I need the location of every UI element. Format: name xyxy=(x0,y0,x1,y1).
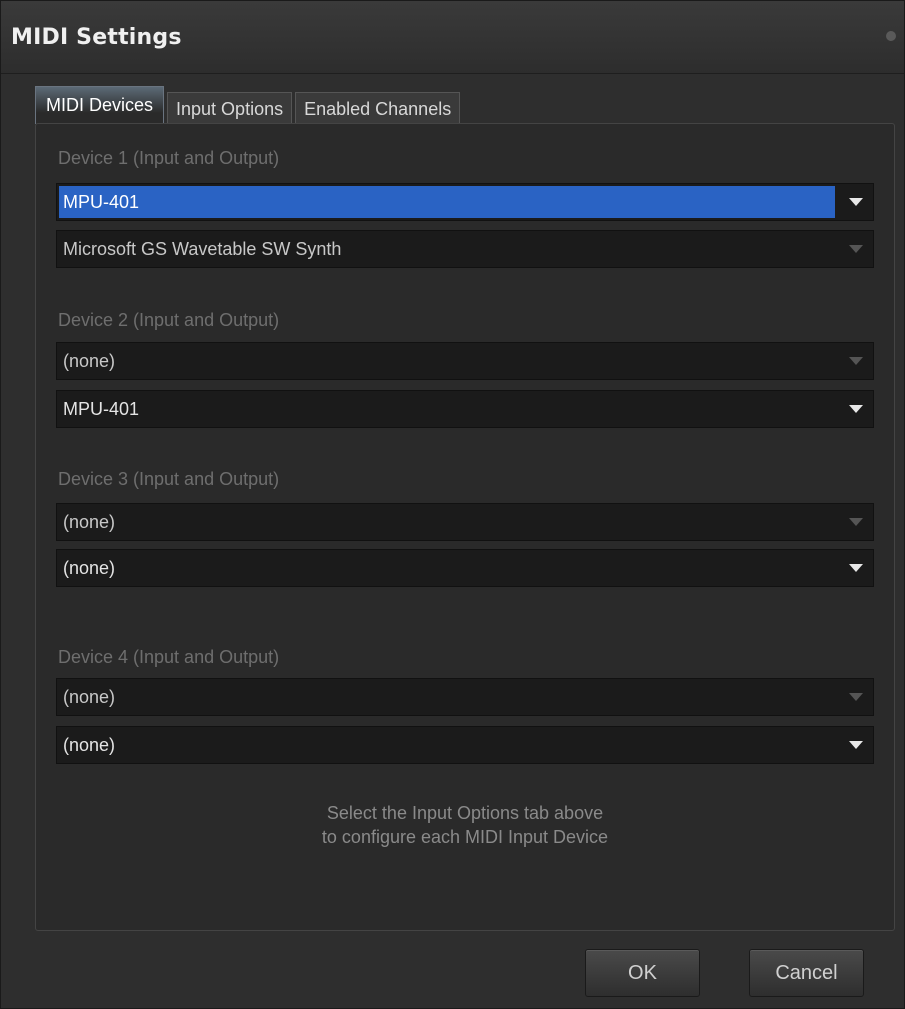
device-2-input-select[interactable]: (none) xyxy=(56,342,874,380)
midi-settings-window: MIDI Settings MIDI Devices Input Options… xyxy=(0,0,905,1009)
device-3-output-select[interactable]: (none) xyxy=(56,549,874,587)
chevron-down-icon xyxy=(849,357,863,365)
ok-button[interactable]: OK xyxy=(585,949,700,997)
device-2-output-select[interactable]: MPU-401 xyxy=(56,390,874,428)
device-1-input-select[interactable]: MPU-401 xyxy=(56,183,874,221)
chevron-down-icon xyxy=(849,405,863,413)
chevron-down-icon xyxy=(849,741,863,749)
window-control-icon[interactable] xyxy=(886,31,896,41)
window-title: MIDI Settings xyxy=(11,25,182,50)
device-4-label: Device 4 (Input and Output) xyxy=(58,647,280,667)
device-4-input-select[interactable]: (none) xyxy=(56,678,874,716)
device-1-output-select[interactable]: Microsoft GS Wavetable SW Synth xyxy=(56,230,874,268)
title-bar[interactable]: MIDI Settings xyxy=(1,1,904,74)
device-2-label: Device 2 (Input and Output) xyxy=(58,310,280,330)
device-1-input-value: MPU-401 xyxy=(63,192,140,212)
hint-line-1: Select the Input Options tab above xyxy=(326,803,604,823)
device-4-output-value: (none) xyxy=(63,735,116,755)
input-options-hint: Select the Input Options tab above to co… xyxy=(35,801,895,849)
device-1-output-value: Microsoft GS Wavetable SW Synth xyxy=(63,239,342,259)
chevron-down-icon xyxy=(849,198,863,206)
device-2-input-value: (none) xyxy=(63,351,116,371)
tab-midi-devices[interactable]: MIDI Devices xyxy=(35,86,165,124)
chevron-down-icon xyxy=(849,245,863,253)
tab-input-options[interactable]: Input Options xyxy=(167,92,293,124)
selection-highlight xyxy=(59,186,835,218)
tab-enabled-channels[interactable]: Enabled Channels xyxy=(295,92,461,124)
tab-bar: MIDI Devices Input Options Enabled Chann… xyxy=(35,86,463,124)
device-3-label: Device 3 (Input and Output) xyxy=(58,469,280,489)
device-4-input-value: (none) xyxy=(63,687,116,707)
device-4-output-select[interactable]: (none) xyxy=(56,726,874,764)
device-3-input-value: (none) xyxy=(63,512,116,532)
device-2-output-value: MPU-401 xyxy=(63,399,140,419)
device-3-output-value: (none) xyxy=(63,558,116,578)
chevron-down-icon xyxy=(849,564,863,572)
chevron-down-icon xyxy=(849,693,863,701)
device-1-label: Device 1 (Input and Output) xyxy=(58,148,280,168)
hint-line-2: to configure each MIDI Input Device xyxy=(321,827,609,847)
cancel-button[interactable]: Cancel xyxy=(749,949,864,997)
device-3-input-select[interactable]: (none) xyxy=(56,503,874,541)
chevron-down-icon xyxy=(849,518,863,526)
